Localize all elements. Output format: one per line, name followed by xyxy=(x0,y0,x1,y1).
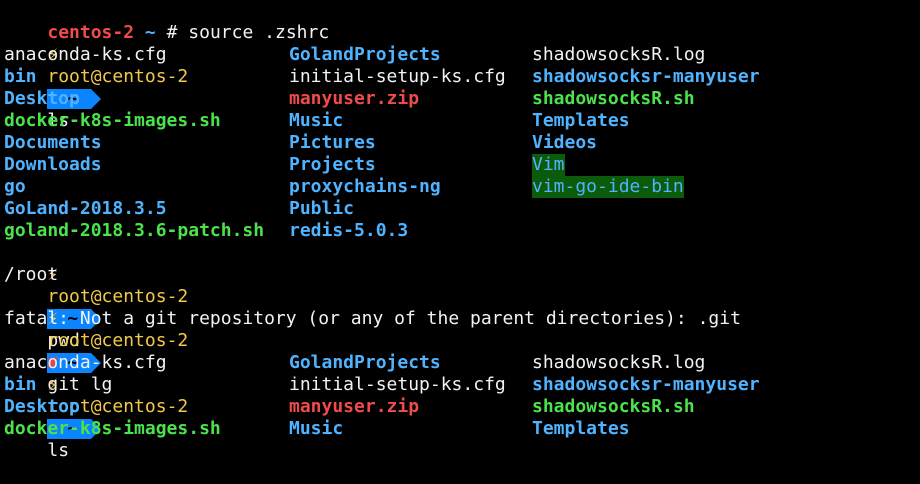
ls-entry: shadowsocksR.sh xyxy=(532,396,695,417)
ls-entry: vim-go-ide-bin xyxy=(532,176,684,198)
ls-entry: initial-setup-ks.cfg xyxy=(289,66,506,87)
ls-entry: docker-k8s-images.sh xyxy=(4,418,221,439)
prompt-line: ⚡ root@centos-2 ~ git lg xyxy=(4,286,920,395)
ls-entry: Projects xyxy=(289,154,376,175)
ls-entry: anaconda-ks.cfg xyxy=(4,352,167,373)
ls-entry: Downloads xyxy=(4,154,102,175)
ls-entry: shadowsocksR.sh xyxy=(532,88,695,109)
ls-row: goland-2018.3.6-patch.sh redis-5.0.3 xyxy=(4,220,920,242)
ls-row: Desktop manyuser.zip shadowsocksR.sh xyxy=(4,88,920,110)
ls-entry: initial-setup-ks.cfg xyxy=(289,374,506,395)
ls-entry: Desktop xyxy=(4,88,80,109)
ls-entry: Vim xyxy=(532,154,565,176)
ls-entry: GoLand-2018.3.5 xyxy=(4,198,167,219)
ls-row: Documents Pictures Videos xyxy=(4,132,920,154)
ls-entry: go xyxy=(4,176,26,197)
ls-row: bin initial-setup-ks.cfg shadowsocksr-many… xyxy=(4,66,920,88)
ls-entry: proxychains-ng xyxy=(289,176,441,197)
ls-output: anaconda-ks.cfg GolandProjects shadowsocks… xyxy=(4,44,920,242)
ls-row: go proxychains-ng vim-go-ide-bin xyxy=(4,176,920,198)
ls-entry: GolandProjects xyxy=(289,44,441,65)
command-text: ls xyxy=(47,440,70,461)
ls-entry: bin xyxy=(4,374,37,395)
ls-row: Desktop manyuser.zip shadowsocksR.sh xyxy=(4,396,920,418)
ls-entry: Music xyxy=(289,110,344,131)
ls-entry: manyuser.zip xyxy=(289,396,420,417)
ls-entry: redis-5.0.3 xyxy=(289,220,409,241)
ls-entry: Documents xyxy=(4,132,102,153)
ls-entry: Music xyxy=(289,418,344,439)
ls-row: docker-k8s-images.sh Music Templates xyxy=(4,418,920,440)
ls-entry: Desktop xyxy=(4,396,80,417)
shell-line: centos-2 ~ # source .zshrc xyxy=(4,0,920,43)
ls-row: GoLand-2018.3.5 Public xyxy=(4,198,920,220)
prompt-line-error: ✘ ⚡ root@centos-2 ~ ls xyxy=(4,330,920,461)
terminal-window[interactable]: centos-2 ~ # source .zshrc ⚡ root@centos… xyxy=(0,0,920,461)
ls-output: anaconda-ks.cfg GolandProjects shadowsocks… xyxy=(4,352,920,440)
ls-entry: bin xyxy=(4,66,37,87)
ls-entry: shadowsocksr-manyuser xyxy=(532,66,760,87)
ls-entry: Templates xyxy=(532,418,630,439)
ls-entry: goland-2018.3.6-patch.sh xyxy=(4,220,265,241)
ls-row: bin initial-setup-ks.cfg shadowsocksr-many… xyxy=(4,374,920,396)
ls-row: anaconda-ks.cfg GolandProjects shadowsocks… xyxy=(4,352,920,374)
ls-entry: docker-k8s-images.sh xyxy=(4,110,221,131)
ls-entry: manyuser.zip xyxy=(289,88,420,109)
ls-entry: shadowsocksR.log xyxy=(532,352,706,373)
pwd-output: /root xyxy=(4,264,59,285)
ls-entry: shadowsocksr-manyuser xyxy=(532,374,760,395)
ls-entry: Public xyxy=(289,198,355,219)
ls-entry: Videos xyxy=(532,132,598,153)
git-error-output: fatal: Not a git repository (or any of t… xyxy=(4,308,741,329)
prompt-line: ⚡ root@centos-2 ~ ls xyxy=(4,22,920,131)
ls-entry: shadowsocksR.log xyxy=(532,44,706,65)
ls-entry: Templates xyxy=(532,110,630,131)
ls-row: Downloads Projects Vim xyxy=(4,154,920,176)
ls-row: docker-k8s-images.sh Music Templates xyxy=(4,110,920,132)
ls-row: anaconda-ks.cfg GolandProjects shadowsocks… xyxy=(4,44,920,66)
ls-entry: GolandProjects xyxy=(289,352,441,373)
ls-entry: Pictures xyxy=(289,132,376,153)
ls-entry: anaconda-ks.cfg xyxy=(4,44,167,65)
prompt-line: ⚡ root@centos-2 ~ pwd xyxy=(4,242,920,351)
